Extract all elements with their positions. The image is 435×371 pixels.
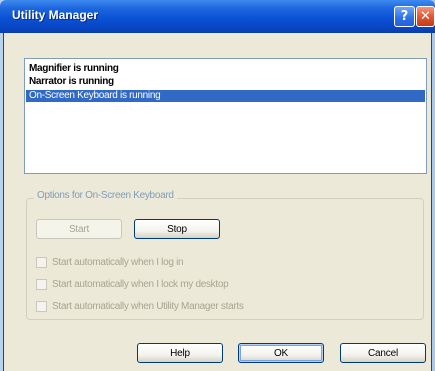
checkbox-label-utility-start: Start automatically when Utility Manager… — [52, 300, 244, 312]
options-group-label: Options for On-Screen Keyboard — [34, 190, 177, 201]
list-item-on-screen-keyboard[interactable]: On-Screen Keyboard is running — [26, 90, 425, 102]
checkbox-row-login[interactable]: Start automatically when I log in — [36, 255, 184, 269]
checkbox-row-lock-desktop[interactable]: Start automatically when I lock my deskt… — [36, 277, 229, 291]
checkbox-row-utility-start[interactable]: Start automatically when Utility Manager… — [36, 299, 244, 313]
window-title: Utility Manager — [12, 8, 99, 22]
ok-button[interactable]: OK — [238, 343, 324, 363]
stop-button[interactable]: Stop — [134, 219, 220, 239]
help-button[interactable]: Help — [137, 343, 223, 363]
utility-list[interactable]: Magnifier is running Narrator is running… — [24, 58, 427, 174]
checkbox-utility-start[interactable] — [36, 300, 47, 312]
help-icon[interactable]: ? — [394, 6, 415, 27]
close-icon[interactable]: ✕ — [416, 6, 435, 27]
checkbox-login[interactable] — [36, 256, 47, 268]
checkbox-label-login: Start automatically when I log in — [52, 256, 184, 268]
list-item-narrator[interactable]: Narrator is running — [26, 76, 425, 88]
start-button[interactable]: Start — [36, 219, 122, 239]
checkbox-label-lock-desktop: Start automatically when I lock my deskt… — [52, 278, 229, 290]
title-bar[interactable]: Utility Manager ? ✕ — [0, 0, 435, 33]
utility-manager-window: Utility Manager ? ✕ Magnifier is running… — [0, 0, 435, 371]
list-item-magnifier[interactable]: Magnifier is running — [26, 63, 425, 75]
checkbox-lock-desktop[interactable] — [36, 278, 47, 290]
cancel-button[interactable]: Cancel — [340, 343, 426, 363]
